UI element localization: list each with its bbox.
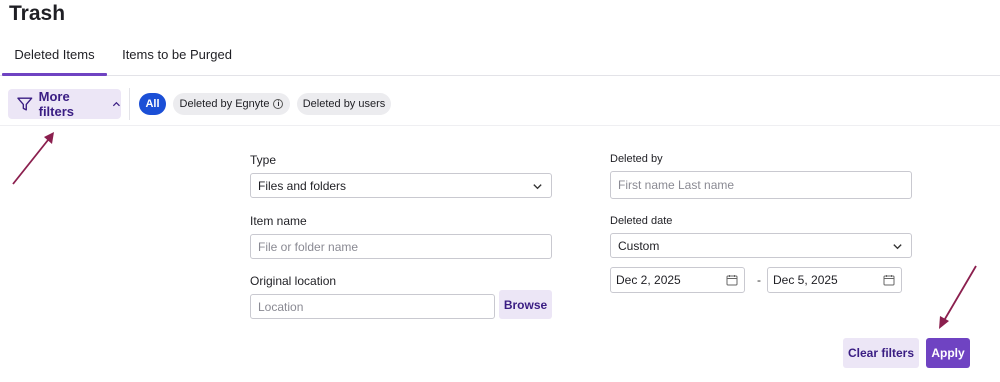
tab-deleted-items[interactable]: Deleted Items [2, 34, 107, 76]
chip-deleted-by-egnyte-label: Deleted by Egnyte [179, 98, 270, 110]
deleted-by-input[interactable]: First name Last name [610, 171, 912, 199]
date-to-input[interactable]: Dec 5, 2025 [767, 267, 902, 293]
deleted-date-select[interactable]: Custom [610, 233, 912, 258]
deleted-date-select-value: Custom [618, 238, 660, 253]
filter-funnel-icon [17, 97, 33, 111]
chevron-down-icon [893, 244, 902, 250]
item-name-input[interactable]: File or folder name [250, 234, 552, 259]
more-filters-button[interactable]: More filters [8, 89, 121, 119]
date-to-value: Dec 5, 2025 [773, 273, 838, 287]
annotation-arrow-icon [939, 265, 977, 329]
chip-deleted-by-egnyte[interactable]: Deleted by Egnyte i [173, 93, 290, 115]
deleted-by-label: Deleted by [610, 153, 663, 165]
tab-items-to-be-purged[interactable]: Items to be Purged [112, 34, 242, 75]
apply-button[interactable]: Apply [926, 338, 970, 368]
more-filters-label: More filters [38, 89, 75, 119]
annotation-arrow-icon [12, 132, 54, 185]
chip-deleted-by-users[interactable]: Deleted by users [297, 93, 391, 115]
chip-all[interactable]: All [139, 93, 166, 115]
item-name-label: Item name [250, 214, 307, 228]
tab-bar: Deleted Items Items to be Purged [0, 34, 1000, 76]
type-select[interactable]: Files and folders [250, 173, 552, 198]
clear-filters-button[interactable]: Clear filters [843, 338, 919, 368]
date-range-separator: - [757, 273, 761, 287]
original-location-label: Original location [250, 274, 337, 288]
chevron-up-icon [113, 101, 121, 106]
calendar-icon[interactable] [883, 274, 895, 286]
type-select-value: Files and folders [258, 178, 347, 193]
date-from-input[interactable]: Dec 2, 2025 [610, 267, 745, 293]
calendar-icon[interactable] [726, 274, 738, 286]
filter-divider [129, 88, 130, 120]
chevron-down-icon [533, 184, 542, 190]
deleted-date-label: Deleted date [610, 215, 673, 227]
filter-bar: More filters All Deleted by Egnyte i Del… [0, 77, 1000, 126]
date-from-value: Dec 2, 2025 [616, 273, 681, 287]
trash-page: Trash Deleted Items Items to be Purged M… [0, 0, 1000, 382]
info-icon: i [273, 99, 284, 109]
location-input[interactable]: Location [250, 294, 495, 319]
page-title: Trash [9, 2, 66, 25]
type-label: Type [250, 153, 277, 167]
browse-button[interactable]: Browse [499, 290, 552, 319]
